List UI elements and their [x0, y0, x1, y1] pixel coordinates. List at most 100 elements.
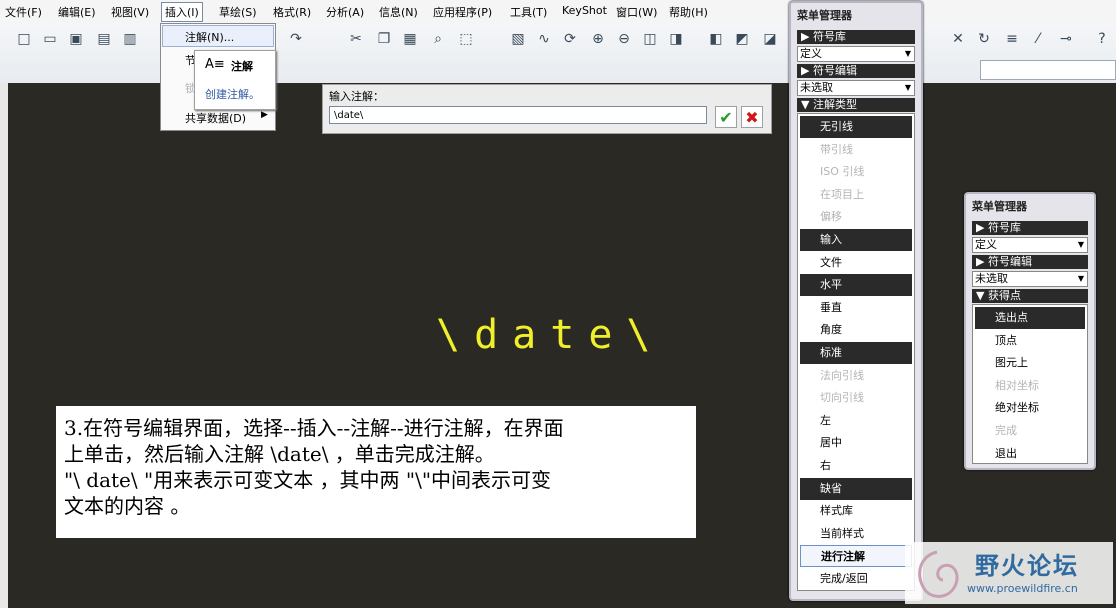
menu_manager_1-option[interactable]: 居中	[800, 432, 912, 454]
menu_manager_1-option[interactable]: 右	[800, 455, 912, 477]
help-icon[interactable]: ?	[1092, 29, 1112, 49]
annotation-input-panel: 输入注解： \date\ ✔ ✖	[322, 84, 772, 134]
menu-analysis[interactable]: 分析(A)	[326, 4, 364, 20]
menu-annotation-label[interactable]: 注解(N)...	[185, 29, 234, 45]
symbol-edit-header[interactable]: ▶ 符号编辑	[972, 255, 1088, 269]
menu_manager_1-option[interactable]: 标准	[800, 342, 912, 364]
menu-edit[interactable]: 编辑(E)	[58, 4, 96, 20]
menu_manager_2-option: 完成	[995, 424, 1017, 437]
menu_manager_2-option: 相对坐标	[995, 378, 1039, 392]
menu_manager_2-option[interactable]: 选出点	[975, 307, 1085, 329]
new-file-icon[interactable]: □	[14, 29, 34, 49]
caption-line-3: "\ date\ "用来表示可变文本 ，其中两 "\"中间表示可变	[64, 468, 552, 492]
watermark-url: www.proewildfire.cn	[967, 582, 1078, 595]
menu-keyshot[interactable]: KeyShot	[562, 4, 607, 17]
open-folder-icon[interactable]: ▭	[40, 29, 60, 49]
menu-sketch[interactable]: 草绘(S)	[219, 4, 257, 20]
menu_manager_1-option[interactable]: 样式库	[800, 500, 912, 522]
redo-icon[interactable]: ↷	[286, 29, 306, 49]
menu-file[interactable]: 文件(F)	[5, 4, 42, 20]
view-hidden-icon[interactable]: ◩	[732, 29, 752, 49]
symbol-library-header[interactable]: ▶ 符号库	[972, 221, 1088, 235]
regenerate-icon[interactable]: ⟳	[560, 29, 580, 49]
zoom-fit-icon[interactable]: ◫	[640, 29, 660, 49]
menu_manager_1-option[interactable]: 左	[800, 410, 912, 432]
note-type-header[interactable]: ▼ 注解类型	[797, 98, 915, 112]
confirm-check-icon[interactable]: ✔	[715, 106, 737, 128]
menu_manager_2-option[interactable]: 退出	[975, 443, 1085, 465]
menu_manager_1-option[interactable]: 垂直	[800, 297, 912, 319]
text-style-icon[interactable]: ≡	[1002, 29, 1022, 49]
annotation-submenu: A≡ 注解 创建注解。	[194, 50, 276, 110]
menu_manager_1-option[interactable]: 缺省	[800, 477, 912, 500]
menu_manager_1-option[interactable]: 角度	[800, 319, 912, 341]
menu_manager_1-option[interactable]: 文件	[800, 252, 912, 274]
note-text[interactable]: \date\	[436, 312, 665, 358]
get-point-options: 选出点 顶点 图元上相对坐标绝对坐标完成退出	[972, 304, 1088, 464]
find-icon[interactable]: ⌕	[428, 29, 448, 49]
chevron-down-icon: ▼	[904, 83, 911, 92]
menu_manager_2-option[interactable]: 绝对坐标	[975, 397, 1085, 419]
menu_manager_1-option: 切向引线	[820, 391, 864, 405]
symbol-library-select[interactable]: 定义 ▼	[972, 237, 1088, 253]
menu_manager_2-option[interactable]: 图元上	[975, 352, 1085, 374]
menu-help[interactable]: 帮助(H)	[669, 4, 708, 20]
refresh-icon[interactable]: ↻	[974, 29, 994, 49]
caption-line-1: 3.在符号编辑界面，选择--插入--注解--进行注解，在界面	[64, 416, 564, 440]
symbol-edit-header[interactable]: ▶ 符号编辑	[797, 64, 915, 78]
export-icon[interactable]: ▤	[94, 29, 114, 49]
annotation-input-field[interactable]: \date\	[329, 106, 707, 124]
spline-icon[interactable]: ∿	[534, 29, 554, 49]
menu-tools[interactable]: 工具(T)	[510, 4, 547, 20]
menu_manager_2-option[interactable]: 顶点	[975, 330, 1085, 352]
symbol-edit-select[interactable]: 未选取 ▼	[972, 271, 1088, 287]
chevron-down-icon: ▼	[1077, 274, 1084, 283]
get-point-header[interactable]: ▼ 获得点	[972, 289, 1088, 303]
print-icon[interactable]: ▥	[120, 29, 140, 49]
save-icon[interactable]: ▣	[66, 29, 86, 49]
menu_manager_1-option[interactable]: 水平	[800, 274, 912, 297]
submenu-title: 注解	[231, 60, 253, 73]
menu-insert[interactable]: 插入(I)	[161, 2, 203, 22]
select-box-icon[interactable]: ⬚	[456, 29, 476, 49]
menu-manager-title: 菜单管理器	[797, 9, 852, 22]
menu-shared-data-item[interactable]: 共享数据(D)	[185, 110, 246, 126]
symbol-library-select[interactable]: 定义 ▼	[797, 46, 915, 62]
menu_manager_1-option[interactable]: 无引线	[800, 116, 912, 138]
menu-format[interactable]: 格式(R)	[273, 4, 311, 20]
menu-view[interactable]: 视图(V)	[111, 4, 149, 20]
symbol-library-value: 定义	[975, 238, 997, 251]
close-icon[interactable]: ✕	[948, 29, 968, 49]
hatch-icon[interactable]: ⁄	[1028, 29, 1048, 49]
paste-icon[interactable]: ▦	[400, 29, 420, 49]
zoom-out-icon[interactable]: ⊖	[614, 29, 634, 49]
create-annotation-item[interactable]: 创建注解。	[205, 86, 260, 102]
menu_manager_1-option[interactable]: 完成/返回	[800, 568, 912, 590]
menu-applications[interactable]: 应用程序(P)	[433, 4, 492, 20]
cancel-x-icon[interactable]: ✖	[741, 106, 763, 128]
copy-icon[interactable]: ❐	[374, 29, 394, 49]
menu-manager-title: 菜单管理器	[972, 200, 1027, 213]
symbol-library-value: 定义	[800, 47, 822, 60]
caption-line-2: 上单击，然后输入注解 \date\ ，单击完成注解。	[64, 442, 495, 466]
repaint-icon[interactable]: ◨	[666, 29, 686, 49]
menu_manager_1-option: 在项目上	[820, 187, 864, 201]
symbol-edit-value: 未选取	[975, 272, 1008, 285]
menu-window[interactable]: 窗口(W)	[616, 4, 657, 20]
annotation-input-label: 输入注解：	[329, 90, 384, 103]
menu-info[interactable]: 信息(N)	[379, 4, 418, 20]
menu_manager_1-option: 带引线	[820, 142, 853, 156]
sketch-icon[interactable]: ▧	[508, 29, 528, 49]
dimension-icon[interactable]: ⊸	[1056, 29, 1076, 49]
view-shaded-icon[interactable]: ◧	[706, 29, 726, 49]
menu_manager_1-option[interactable]: 进行注解	[800, 545, 912, 568]
chevron-down-icon: ▼	[904, 49, 911, 58]
command-search-input[interactable]	[980, 60, 1116, 80]
menu_manager_1-option[interactable]: 输入	[800, 229, 912, 251]
zoom-in-icon[interactable]: ⊕	[588, 29, 608, 49]
symbol-library-header[interactable]: ▶ 符号库	[797, 30, 915, 44]
cut-icon[interactable]: ✂	[346, 29, 366, 49]
menu_manager_1-option[interactable]: 当前样式	[800, 523, 912, 545]
view-wireframe-icon[interactable]: ◪	[760, 29, 780, 49]
symbol-edit-select[interactable]: 未选取 ▼	[797, 80, 915, 96]
